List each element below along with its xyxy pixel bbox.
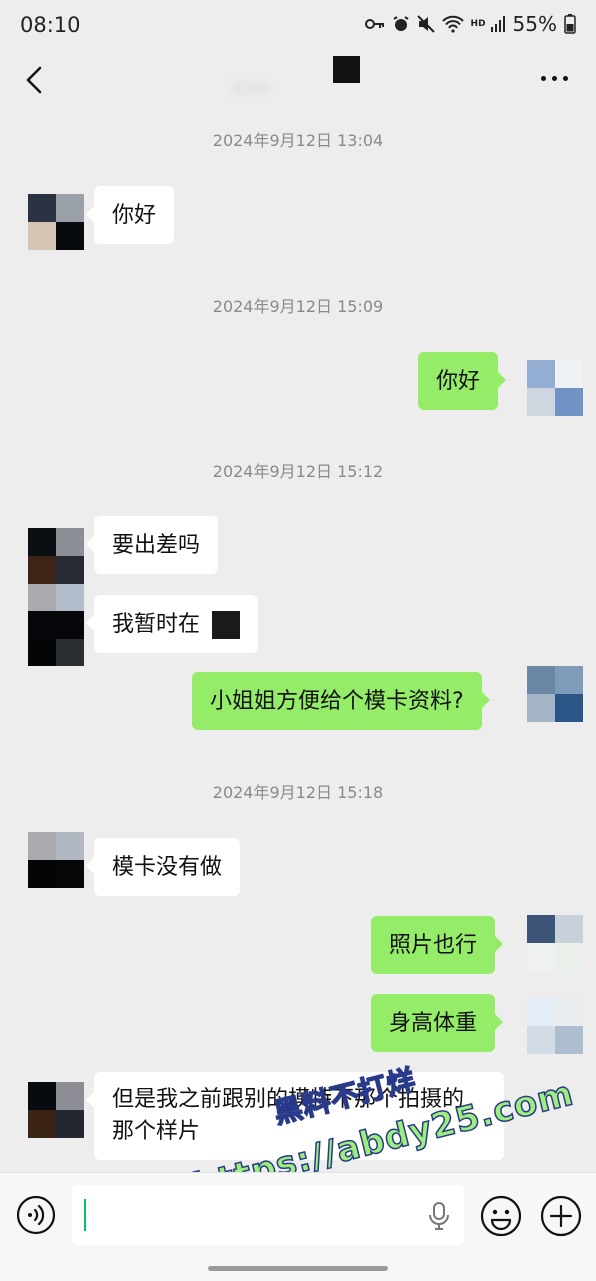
incoming-message[interactable]: 模卡没有做 — [85, 838, 241, 896]
status-bar: 08:10 HD 55% — [0, 0, 596, 54]
blurred-area — [230, 80, 270, 96]
battery-icon — [564, 14, 576, 34]
battery-percent: 55% — [512, 12, 557, 36]
message-timestamp: 2024年9月12日 15:12 — [212, 462, 384, 481]
status-time: 08:10 — [20, 13, 81, 37]
outgoing-message[interactable]: 你好 — [418, 352, 507, 410]
emoji-icon[interactable] — [480, 1195, 522, 1237]
microphone-icon[interactable] — [428, 1201, 450, 1231]
message-timestamp: 2024年9月12日 15:18 — [212, 783, 384, 802]
message-text: 我暂时在 — [112, 612, 201, 637]
contact-avatar[interactable] — [28, 832, 84, 888]
home-indicator[interactable] — [208, 1266, 388, 1271]
redacted-location — [212, 611, 241, 639]
contact-avatar[interactable] — [28, 194, 84, 250]
outgoing-message[interactable]: 照片也行 — [371, 916, 504, 974]
signal-icon — [490, 16, 505, 32]
contact-avatar[interactable] — [28, 584, 84, 666]
alarm-icon — [392, 16, 409, 31]
my-avatar[interactable] — [527, 360, 583, 416]
plus-icon[interactable] — [540, 1195, 582, 1237]
incoming-message[interactable]: 我暂时在 — [85, 595, 259, 653]
text-caret — [84, 1199, 86, 1231]
my-avatar[interactable] — [527, 915, 583, 971]
input-bar — [0, 1172, 596, 1281]
contact-avatar[interactable] — [28, 1082, 84, 1138]
wifi-icon — [441, 15, 464, 33]
chat-header — [0, 54, 596, 108]
my-avatar[interactable] — [527, 998, 583, 1054]
key-icon — [364, 19, 384, 29]
incoming-message[interactable]: 要出差吗 — [85, 516, 219, 574]
contact-avatar[interactable] — [28, 528, 84, 584]
more-dots-icon[interactable] — [541, 76, 568, 81]
incoming-message[interactable]: 你好 — [85, 186, 175, 244]
chevron-left-icon[interactable] — [20, 62, 50, 98]
hd-badge: HD — [470, 19, 486, 29]
voice-icon[interactable] — [16, 1195, 56, 1235]
my-avatar[interactable] — [527, 666, 583, 722]
mute-icon — [416, 15, 435, 33]
outgoing-message[interactable]: 身高体重 — [371, 994, 504, 1052]
redacted-chat-title — [333, 56, 360, 83]
message-input-overlay — [72, 1185, 464, 1245]
status-icons: HD 55% — [364, 12, 576, 36]
message-timestamp: 2024年9月12日 15:09 — [212, 297, 384, 316]
outgoing-message[interactable]: 小姐姐方便给个模卡资料? — [192, 672, 490, 730]
message-timestamp: 2024年9月12日 13:04 — [212, 131, 384, 150]
